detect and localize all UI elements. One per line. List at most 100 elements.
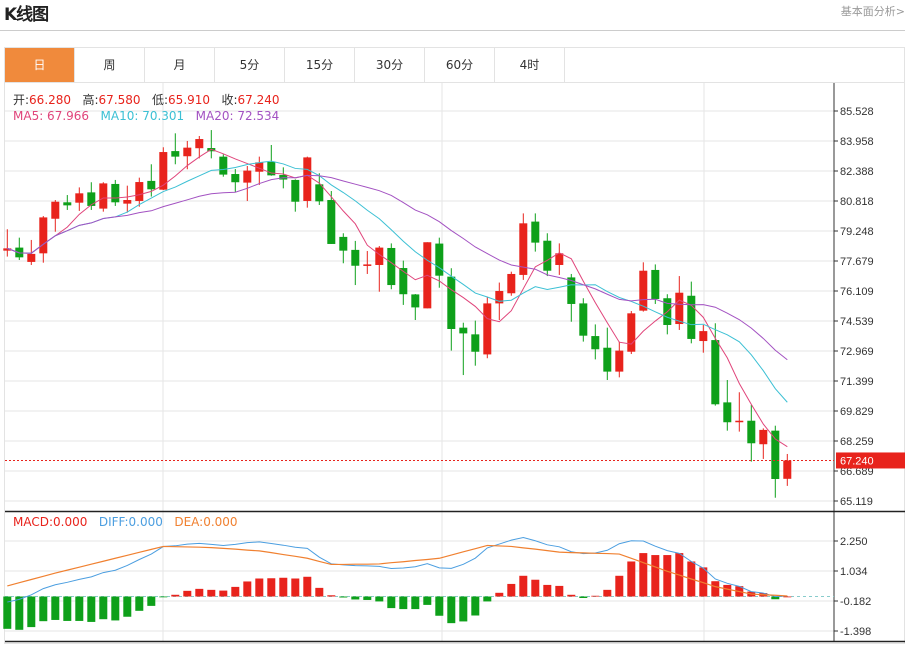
current-price-label: 67.240: [840, 455, 874, 467]
macd-bar: [111, 596, 120, 621]
macd-bar: [51, 596, 60, 620]
candle: [75, 187, 84, 211]
macd-bar: [423, 596, 432, 605]
macd-bar: [375, 596, 384, 602]
candle-body: [111, 183, 120, 203]
macd-bar: [555, 585, 564, 597]
candle: [651, 264, 660, 304]
candle: [327, 191, 336, 244]
candle-body: [771, 430, 780, 480]
macd-bar: [291, 578, 300, 597]
candle: [363, 251, 372, 274]
macd-bar: [531, 579, 540, 597]
macd-bar: [351, 596, 360, 600]
macd-bar: [195, 588, 204, 597]
macd-bar: [411, 596, 420, 610]
candle-body: [219, 156, 228, 175]
candle: [603, 327, 612, 381]
candle: [171, 133, 180, 165]
macd-bar: [543, 584, 552, 597]
candle-body: [243, 170, 252, 183]
candle: [267, 144, 276, 176]
macd-bar: [507, 583, 516, 597]
candle: [243, 165, 252, 201]
candle-body: [507, 273, 516, 294]
candle-body: [711, 340, 720, 405]
ma-legend: MA5: 67.966 MA10: 70.301 MA20: 72.534: [13, 109, 279, 123]
candle: [159, 147, 168, 191]
macd-bar: [267, 578, 276, 597]
ma10-value: MA10: 70.301: [100, 109, 185, 123]
macd-bar: [399, 596, 408, 610]
price-tick-label: 76.109: [840, 286, 874, 298]
candle: [771, 425, 780, 498]
candle-body: [99, 183, 108, 209]
candle: [615, 341, 624, 378]
candle-body: [615, 350, 624, 372]
macd-bar: [711, 581, 720, 597]
candle-body: [87, 192, 96, 206]
macd-tick-label: -0.182: [840, 596, 871, 608]
candle-body: [459, 327, 468, 334]
macd-bar: [435, 596, 444, 616]
candle: [699, 324, 708, 353]
candle-body: [327, 200, 336, 244]
candle-body: [63, 202, 72, 206]
price-tick-label: 83.958: [840, 136, 874, 148]
macd-bar: [363, 596, 372, 600]
candle: [447, 268, 456, 351]
price-tick-label: 74.539: [840, 316, 874, 328]
ma5-line: [7, 148, 788, 448]
macd-bar: [147, 596, 156, 606]
macd-bar: [63, 596, 72, 621]
price-tick-label: 85.528: [840, 106, 874, 118]
candle: [15, 237, 24, 261]
candle: [627, 311, 636, 355]
price-tick-label: 71.399: [840, 376, 874, 388]
candle-body: [651, 269, 660, 299]
candle-body: [231, 174, 240, 183]
candle-body: [531, 221, 540, 243]
macd-bar: [723, 584, 732, 597]
candle-body: [183, 147, 192, 157]
macd-bar: [447, 596, 456, 624]
macd-bar: [135, 596, 144, 611]
candle: [747, 405, 756, 462]
macd-bar: [339, 596, 348, 598]
candle-body: [39, 217, 48, 254]
macd-tick-label: 2.250: [840, 536, 868, 548]
macd-bar: [579, 596, 588, 598]
candle-body: [351, 249, 360, 266]
ma20-value: MA20: 72.534: [195, 109, 280, 123]
price-tick-label: 77.679: [840, 256, 874, 268]
macd-bar: [591, 595, 600, 597]
macd-bar: [183, 590, 192, 597]
macd-bar: [483, 596, 492, 602]
macd-bar: [567, 594, 576, 597]
price-tick-label: 82.388: [840, 166, 874, 178]
candle-body: [75, 193, 84, 203]
price-tick-label: 80.818: [840, 196, 874, 208]
macd-bar: [207, 589, 216, 597]
candle-body: [195, 139, 204, 149]
candle-body: [363, 264, 372, 266]
low-value: 65.910: [168, 93, 211, 107]
ohlc-legend: 开:66.280 高:67.580 低:65.910 收:67.240: [13, 91, 280, 108]
macd-bar: [231, 586, 240, 597]
close-value: 67.240: [237, 93, 280, 107]
candle: [783, 453, 792, 486]
candle-body: [411, 294, 420, 308]
macd-bar: [387, 596, 396, 609]
macd-tick-label: 1.034: [840, 566, 868, 578]
macd-bar: [15, 596, 24, 630]
candle-body: [123, 200, 132, 204]
candle: [591, 324, 600, 360]
candle: [459, 322, 468, 376]
macd-value: MACD:0.000: [13, 515, 88, 529]
candle: [759, 428, 768, 459]
low-label: 低:: [152, 93, 169, 107]
candle-body: [735, 420, 744, 423]
candle: [723, 380, 732, 431]
macd-bar: [75, 596, 84, 621]
macd-bar: [639, 553, 648, 597]
